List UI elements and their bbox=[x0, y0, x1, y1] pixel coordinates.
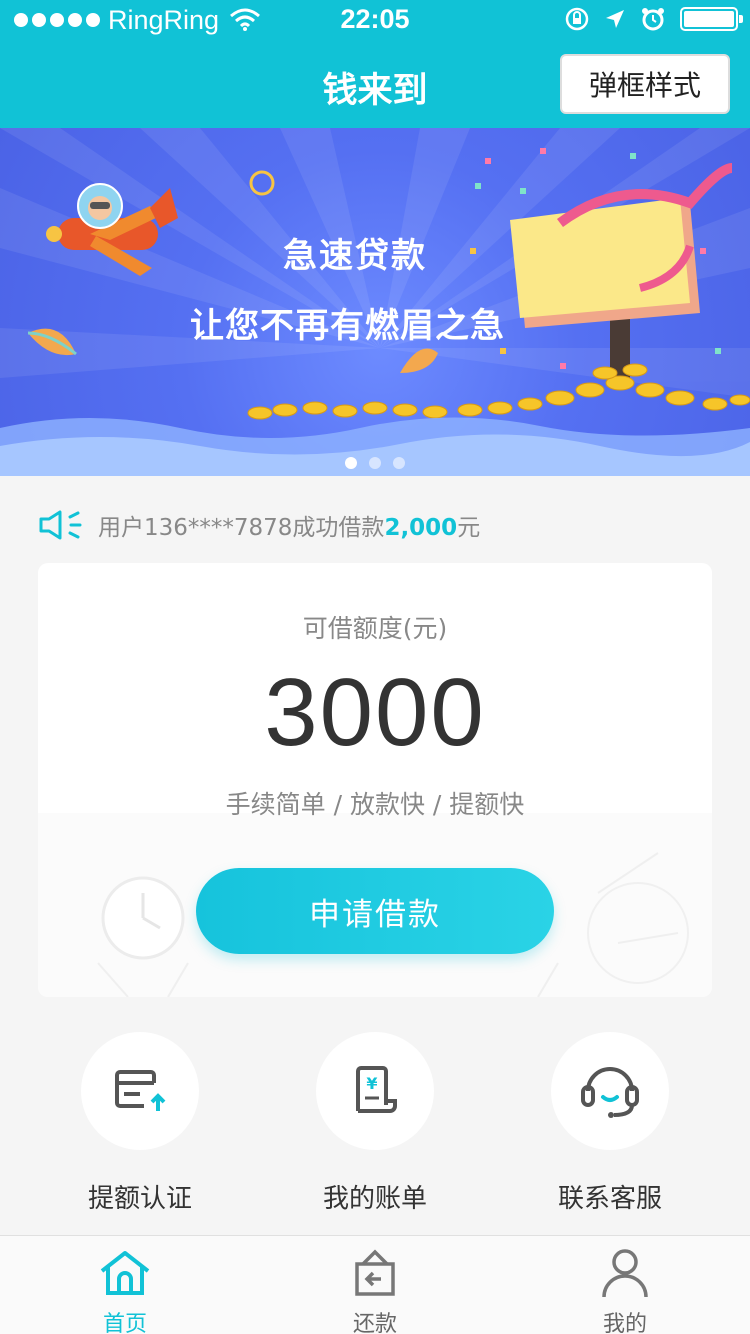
credit-limit-label: 可借额度(元) bbox=[302, 614, 448, 643]
notice-suffix: 元 bbox=[457, 515, 481, 541]
headset-icon bbox=[581, 1067, 639, 1118]
loan-features: 手续简单 / 放款快 / 提额快 bbox=[225, 790, 525, 819]
home-icon bbox=[100, 1251, 150, 1295]
status-right bbox=[564, 6, 743, 32]
notice-text: 用户136****7878成功借款2,000元 bbox=[98, 508, 480, 542]
notice-amount: 2,000 bbox=[384, 515, 458, 541]
carousel-dot-2[interactable] bbox=[369, 457, 381, 469]
tab-bar: 首页 还款 我的 bbox=[0, 1235, 750, 1334]
tab-label: 首页 bbox=[102, 1312, 147, 1334]
banner-subheadline: 让您不再有燃眉之急 bbox=[190, 306, 505, 346]
banner-headline: 急速贷款 bbox=[283, 236, 427, 276]
tab-mine[interactable]: 我的 bbox=[555, 1248, 695, 1334]
user-icon bbox=[602, 1249, 648, 1298]
quick-action-label: 提额认证 bbox=[87, 1184, 192, 1214]
credit-limit-amount: 3000 bbox=[264, 659, 486, 766]
quick-action-my-bill[interactable]: ¥ 我的账单 bbox=[275, 1032, 475, 1215]
tab-label: 还款 bbox=[352, 1312, 397, 1334]
tab-home[interactable]: 首页 bbox=[55, 1248, 195, 1334]
apply-loan-button[interactable]: 申请借款 bbox=[196, 868, 554, 954]
carousel-dot-1[interactable] bbox=[345, 457, 357, 469]
bill-icon: ¥ bbox=[356, 1066, 397, 1113]
credit-card-upload-icon bbox=[115, 1070, 166, 1111]
battery-icon bbox=[680, 7, 743, 31]
loan-notice: 用户136****7878成功借款2,000元 bbox=[38, 505, 480, 545]
notice-prefix: 用户136****7878成功借款 bbox=[98, 515, 385, 541]
orientation-lock-icon bbox=[565, 7, 589, 31]
popup-style-button[interactable]: 弹框样式 bbox=[560, 54, 730, 114]
quick-action-credit-upgrade[interactable]: 提额认证 bbox=[40, 1032, 240, 1215]
alarm-icon bbox=[642, 8, 664, 31]
svg-text:¥: ¥ bbox=[366, 1074, 377, 1093]
carousel-indicator[interactable] bbox=[0, 457, 750, 469]
tab-repay[interactable]: 还款 bbox=[305, 1248, 445, 1334]
location-icon bbox=[606, 10, 624, 28]
speaker-icon bbox=[39, 510, 82, 540]
quick-action-label: 联系客服 bbox=[557, 1184, 662, 1214]
promo-banner[interactable]: 急速贷款 让您不再有燃眉之急 bbox=[0, 128, 750, 476]
quick-action-customer-service[interactable]: 联系客服 bbox=[510, 1032, 710, 1215]
loan-card: 可借额度(元) 3000 手续简单 / 放款快 / 提额快 申请借款 bbox=[38, 563, 712, 997]
status-bar: RingRing 22:05 bbox=[0, 0, 750, 40]
quick-action-circle[interactable] bbox=[551, 1032, 669, 1150]
quick-action-circle[interactable]: ¥ bbox=[316, 1032, 434, 1150]
tab-label: 我的 bbox=[602, 1312, 647, 1334]
quick-action-label: 我的账单 bbox=[322, 1184, 427, 1214]
repay-icon bbox=[355, 1249, 395, 1296]
quick-actions: 提额认证 ¥ 我的账单 联系客服 bbox=[0, 1032, 750, 1214]
nav-bar: 钱来到 弹框样式 bbox=[0, 40, 750, 128]
quick-action-circle[interactable] bbox=[81, 1032, 199, 1150]
carousel-dot-3[interactable] bbox=[393, 457, 405, 469]
